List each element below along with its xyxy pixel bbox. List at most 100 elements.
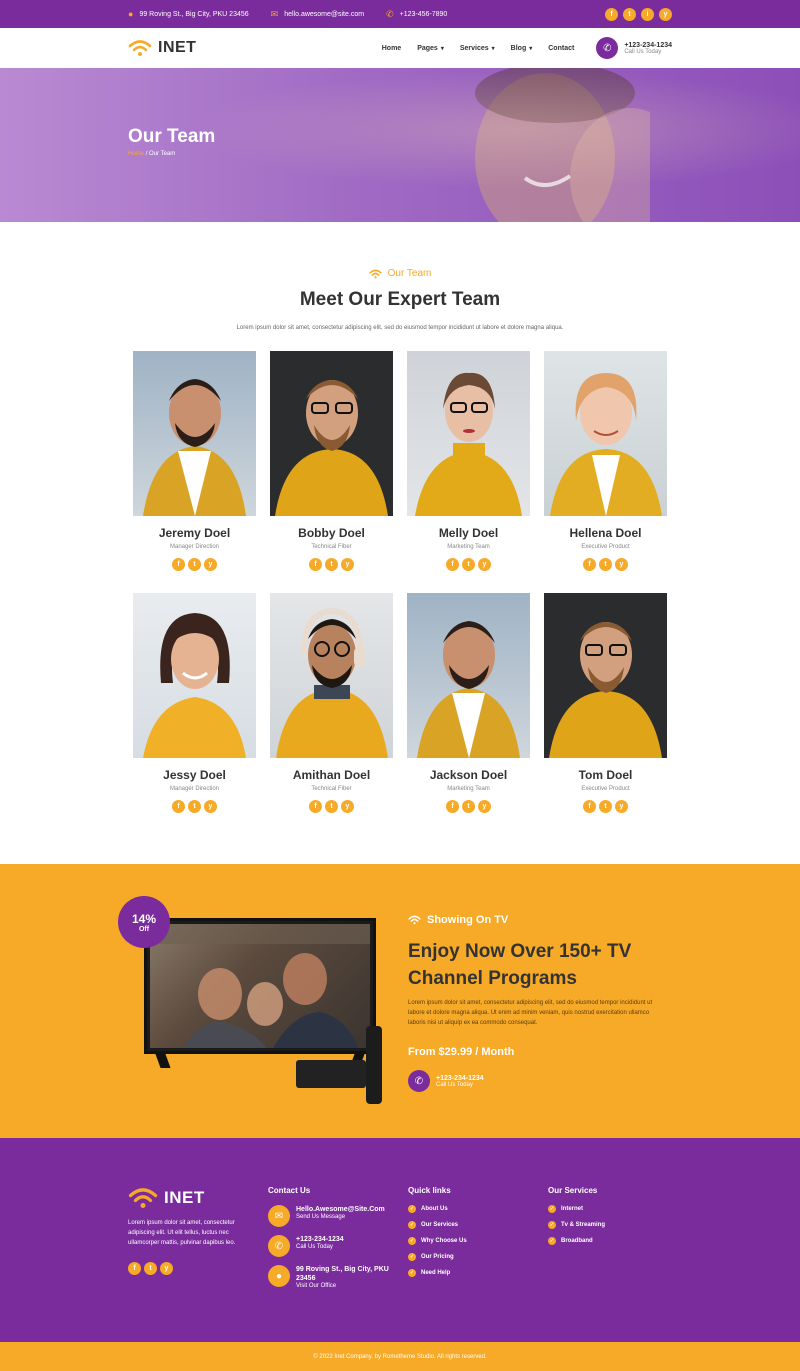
- footer-contact-phone[interactable]: ✆ +123-234-1234 Call Us Today: [268, 1235, 392, 1257]
- topbar-email[interactable]: ✉ hello.awesome@site.com: [271, 9, 364, 20]
- footer-service-label[interactable]: Tv & Streaming: [561, 1222, 605, 1228]
- member-photo-art: [143, 613, 246, 758]
- footer-services: Our Services ✓ Internet ✓ Tv & Streaming ✓…: [548, 1186, 605, 1253]
- footer-link-label[interactable]: About Us: [421, 1206, 448, 1212]
- nav-item-blog[interactable]: Blog ▾: [511, 45, 533, 52]
- facebook-icon[interactable]: f: [172, 558, 185, 571]
- twitter-icon[interactable]: t: [599, 800, 612, 813]
- wifi-icon: [368, 269, 382, 278]
- twitter-icon[interactable]: t: [325, 800, 338, 813]
- twitter-icon[interactable]: t: [188, 800, 201, 813]
- instagram-icon[interactable]: i: [641, 7, 654, 21]
- footer-link-label[interactable]: Our Services: [421, 1222, 458, 1228]
- twitter-icon[interactable]: t: [462, 558, 475, 571]
- check-icon: ✓: [408, 1253, 416, 1261]
- facebook-icon[interactable]: f: [446, 558, 459, 571]
- top-bar: ● 99 Roving St., Big City, PKU 23456 ✉ h…: [0, 0, 800, 28]
- topbar-phone[interactable]: ✆ +123-456-7890: [386, 9, 447, 20]
- member-socials: f t y: [407, 800, 530, 813]
- footer-service-label[interactable]: Broadband: [561, 1238, 593, 1244]
- footer-service-label[interactable]: Internet: [561, 1206, 583, 1212]
- nav-item-pages[interactable]: Pages ▾: [417, 45, 444, 52]
- footer-link-label[interactable]: Our Pricing: [421, 1254, 454, 1260]
- member-photo-art: [276, 607, 388, 758]
- twitter-icon[interactable]: t: [188, 558, 201, 571]
- chevron-down-icon: ▾: [440, 45, 444, 52]
- nav-item-pages-label[interactable]: Pages: [417, 45, 438, 52]
- facebook-icon[interactable]: f: [446, 800, 459, 813]
- youtube-icon[interactable]: y: [615, 800, 628, 813]
- twitter-icon[interactable]: t: [462, 800, 475, 813]
- nav-item-blog-label[interactable]: Blog: [511, 45, 527, 52]
- footer-link-need-help[interactable]: ✓ Need Help: [408, 1269, 467, 1277]
- member-socials: f t y: [133, 800, 256, 813]
- promo-call-box[interactable]: ✆ +123-234-1234 Call Us Today: [408, 1070, 484, 1092]
- nav-item-services-label[interactable]: Services: [460, 45, 489, 52]
- tv-stand: [155, 1054, 171, 1068]
- youtube-icon[interactable]: y: [659, 7, 672, 21]
- footer-service-internet[interactable]: ✓ Internet: [548, 1205, 605, 1213]
- check-icon: ✓: [548, 1237, 556, 1245]
- youtube-icon[interactable]: y: [341, 558, 354, 571]
- brand-logo[interactable]: INET: [128, 39, 196, 57]
- wifi-icon: [128, 40, 152, 56]
- nav-item-home[interactable]: Home: [382, 45, 401, 52]
- promo-eyebrow: Showing On TV: [408, 914, 508, 926]
- youtube-icon[interactable]: y: [478, 800, 491, 813]
- nav-call-number: +123-234-1234: [624, 41, 672, 49]
- tv-screen-art: [150, 924, 370, 1048]
- footer-link-our-services[interactable]: ✓ Our Services: [408, 1221, 467, 1229]
- footer-link-about-us[interactable]: ✓ About Us: [408, 1205, 467, 1213]
- facebook-icon[interactable]: f: [583, 800, 596, 813]
- tv-screen: [150, 924, 370, 1048]
- topbar-email-text[interactable]: hello.awesome@site.com: [284, 11, 364, 18]
- member-photo-art: [415, 372, 522, 516]
- footer-link-label[interactable]: Why Choose Us: [421, 1238, 467, 1244]
- breadcrumb-home[interactable]: Home: [128, 151, 144, 157]
- twitter-icon[interactable]: t: [144, 1262, 157, 1275]
- footer-contact-email[interactable]: ✉ Hello.Awesome@Site.Com Send Us Message: [268, 1205, 392, 1227]
- footer-link-label[interactable]: Need Help: [421, 1270, 450, 1276]
- contact-line-2: Visit Our Office: [296, 1283, 337, 1289]
- footer-link-our-pricing[interactable]: ✓ Our Pricing: [408, 1253, 467, 1261]
- footer-logo[interactable]: INET: [128, 1188, 258, 1208]
- member-photo: [544, 593, 667, 758]
- footer-contact-address[interactable]: ● 99 Roving St., Big City, PKU 23456 Visi…: [268, 1265, 392, 1289]
- member-photo-art: [143, 379, 246, 516]
- facebook-icon[interactable]: f: [309, 800, 322, 813]
- check-icon: ✓: [548, 1205, 556, 1213]
- youtube-icon[interactable]: y: [204, 558, 217, 571]
- youtube-icon[interactable]: y: [341, 800, 354, 813]
- facebook-icon[interactable]: f: [605, 7, 618, 21]
- youtube-icon[interactable]: y: [160, 1262, 173, 1275]
- youtube-icon[interactable]: y: [204, 800, 217, 813]
- phone-icon: ✆: [268, 1235, 290, 1257]
- facebook-icon[interactable]: f: [309, 558, 322, 571]
- team-card: Jeremy Doel Manager Direction f t y: [133, 351, 256, 571]
- promo-title: Enjoy Now Over 150+ TV Channel Programs: [408, 941, 632, 989]
- phone-icon: ✆: [386, 8, 394, 19]
- member-name: Bobby Doel: [298, 526, 365, 540]
- phone-icon: ✆: [408, 1070, 430, 1092]
- facebook-icon[interactable]: f: [583, 558, 596, 571]
- member-role: Manager Direction: [169, 786, 220, 792]
- nav-call-box[interactable]: ✆ +123-234-1234 Call Us Today: [596, 37, 672, 59]
- twitter-icon[interactable]: t: [623, 7, 636, 21]
- facebook-icon[interactable]: f: [128, 1262, 141, 1275]
- set-top-box-image: [296, 1060, 366, 1088]
- facebook-icon[interactable]: f: [172, 800, 185, 813]
- member-role: Technical Fiber: [311, 786, 352, 792]
- topbar-phone-text[interactable]: +123-456-7890: [400, 11, 448, 18]
- twitter-icon[interactable]: t: [599, 558, 612, 571]
- nav-item-contact[interactable]: Contact: [548, 45, 574, 52]
- footer-service-tv[interactable]: ✓ Tv & Streaming: [548, 1221, 605, 1229]
- check-icon: ✓: [408, 1237, 416, 1245]
- footer-link-why-choose-us[interactable]: ✓ Why Choose Us: [408, 1237, 467, 1245]
- footer-service-broadband[interactable]: ✓ Broadband: [548, 1237, 605, 1245]
- nav-item-services[interactable]: Services ▾: [460, 45, 495, 52]
- member-socials: f t y: [544, 800, 667, 813]
- discount-percent: 14%: [131, 911, 157, 926]
- youtube-icon[interactable]: y: [615, 558, 628, 571]
- twitter-icon[interactable]: t: [325, 558, 338, 571]
- youtube-icon[interactable]: y: [478, 558, 491, 571]
